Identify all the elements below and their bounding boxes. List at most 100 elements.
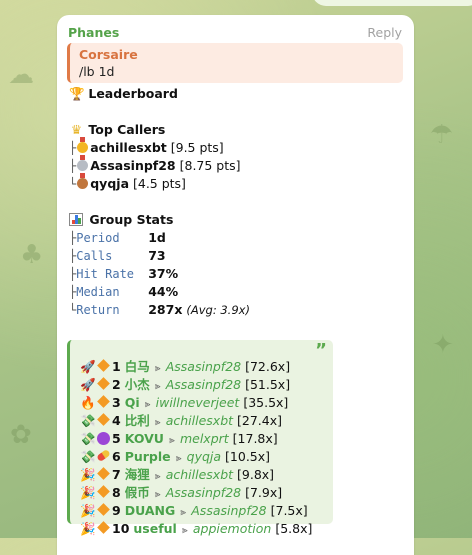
party-icon: 🎉 bbox=[80, 467, 96, 482]
ranking-row: 💸 6 Purple ⫸ qyqja [10.5x] bbox=[80, 448, 270, 468]
arrow-icon: ⫸ bbox=[141, 399, 154, 410]
orange-diamond-icon bbox=[97, 359, 110, 372]
rank-number: 6 bbox=[112, 449, 121, 464]
stat-extra: (Avg: 3.9x) bbox=[186, 303, 250, 317]
party-icon: 🎉 bbox=[80, 521, 96, 536]
multiplier: [9.8x] bbox=[237, 467, 275, 482]
party-icon: 🎉 bbox=[80, 503, 96, 518]
quote-author: Corsaire bbox=[79, 47, 138, 62]
orange-diamond-icon bbox=[97, 485, 110, 498]
rank-number: 8 bbox=[112, 485, 121, 500]
tree-connector: ├ bbox=[69, 249, 77, 263]
ranking-row: 💸 5 KOVU ⫸ melxprt [17.8x] bbox=[80, 430, 277, 450]
rank-number: 9 bbox=[112, 503, 121, 518]
background-doodle-icon: ☁ bbox=[8, 60, 34, 90]
tree-connector: ├ bbox=[69, 231, 77, 245]
stat-row: └Return 287x (Avg: 3.9x) bbox=[69, 301, 250, 319]
multiplier: [5.8x] bbox=[275, 521, 313, 536]
orange-diamond-icon bbox=[97, 521, 110, 534]
top-callers-title: Top Callers bbox=[88, 122, 166, 137]
trophy-icon: 🏆 bbox=[69, 86, 85, 101]
arrow-icon: ⫸ bbox=[151, 363, 164, 374]
rank-number: 5 bbox=[112, 431, 121, 446]
message-bubble[interactable]: Phanes Reply Corsaire /lb 1d 🏆 Leaderboa… bbox=[57, 15, 414, 555]
caller-link[interactable]: Assasinpf28 bbox=[191, 503, 266, 518]
tree-connector: ├ bbox=[69, 159, 77, 173]
rank-number: 2 bbox=[112, 377, 121, 392]
fire-icon: 🔥 bbox=[80, 395, 96, 410]
multiplier: [7.5x] bbox=[270, 503, 308, 518]
stat-key: Median bbox=[76, 285, 120, 299]
caller-link[interactable]: appiemotion bbox=[193, 521, 271, 536]
sender-name[interactable]: Phanes bbox=[68, 25, 119, 40]
caller-link[interactable]: achillesxbt bbox=[166, 413, 233, 428]
stat-key: Hit Rate bbox=[76, 267, 135, 281]
multiplier: [7.9x] bbox=[245, 485, 283, 500]
token-link[interactable]: Purple bbox=[125, 449, 171, 464]
leaderboard-heading: 🏆 Leaderboard bbox=[69, 85, 178, 103]
money-icon: 💸 bbox=[80, 449, 96, 464]
arrow-icon: ⫸ bbox=[178, 525, 191, 536]
caller-points: [9.5 pts] bbox=[170, 140, 224, 155]
caller-link[interactable]: melxprt bbox=[180, 431, 229, 446]
pill-icon bbox=[96, 448, 111, 463]
stat-row: ├Median 44% bbox=[69, 283, 178, 301]
token-link[interactable]: 小杰 bbox=[125, 377, 150, 392]
token-link[interactable]: DUANG bbox=[125, 503, 176, 518]
tree-connector: └ bbox=[69, 177, 77, 191]
orange-diamond-icon bbox=[97, 395, 110, 408]
caller-points: [4.5 pts] bbox=[132, 176, 186, 191]
multiplier: [10.5x] bbox=[225, 449, 271, 464]
reply-quote[interactable]: Corsaire /lb 1d bbox=[67, 43, 403, 83]
arrow-icon: ⫸ bbox=[151, 471, 164, 482]
orange-diamond-icon bbox=[97, 467, 110, 480]
caller-link[interactable]: Assasinpf28 bbox=[166, 359, 241, 374]
caller-link[interactable]: Assasinpf28 bbox=[166, 485, 241, 500]
token-link[interactable]: 海狸 bbox=[125, 467, 150, 482]
token-link[interactable]: 比利 bbox=[125, 413, 150, 428]
token-link[interactable]: useful bbox=[133, 521, 176, 536]
quote-text: /lb 1d bbox=[79, 64, 115, 79]
reply-button[interactable]: Reply bbox=[367, 25, 402, 40]
caller-link[interactable]: Assasinpf28 bbox=[166, 377, 241, 392]
caller-link[interactable]: iwillneverjeet bbox=[156, 395, 240, 410]
background-doodle-icon: ☂ bbox=[430, 120, 454, 150]
purple-circle-icon bbox=[97, 432, 110, 445]
group-stats-heading: Group Stats bbox=[69, 211, 173, 229]
stat-row: ├Calls 73 bbox=[69, 247, 166, 265]
ranking-row: 🚀 1 白马 ⫸ Assasinpf28 [72.6x] bbox=[80, 358, 290, 378]
leaderboard-title: Leaderboard bbox=[88, 86, 178, 101]
rank-number: 1 bbox=[112, 359, 121, 374]
rankings-blockquote[interactable]: ” 🚀 1 白马 ⫸ Assasinpf28 [72.6x] 🚀 2 小杰 ⫸ Assas… bbox=[67, 340, 333, 536]
token-link[interactable]: KOVU bbox=[125, 431, 164, 446]
stat-value: 73 bbox=[148, 248, 166, 263]
stat-key: Return bbox=[76, 303, 120, 317]
background-doodle-icon: ✦ bbox=[432, 330, 454, 360]
token-link[interactable]: 假币 bbox=[125, 485, 150, 500]
stat-row: ├Hit Rate 37% bbox=[69, 265, 178, 283]
ranking-row: 🎉 9 DUANG ⫸ Assasinpf28 [7.5x] bbox=[80, 502, 308, 522]
token-link[interactable]: 白马 bbox=[125, 359, 150, 374]
rank-number: 4 bbox=[112, 413, 121, 428]
ranking-row: 🎉 10 useful ⫸ appiemotion [5.8x] bbox=[80, 520, 312, 540]
stat-value: 1d bbox=[148, 230, 166, 245]
caller-points: [8.75 pts] bbox=[179, 158, 241, 173]
caller-row: └ qyqja [4.5 pts] bbox=[69, 173, 186, 193]
caller-name[interactable]: achillesxbt bbox=[90, 140, 167, 155]
gold-medal-icon bbox=[77, 137, 89, 153]
ranking-row: 🎉 8 假币 ⫸ Assasinpf28 [7.9x] bbox=[80, 484, 282, 504]
quote-mark-icon: ” bbox=[315, 340, 327, 361]
arrow-icon: ⫸ bbox=[177, 507, 190, 518]
stat-key: Calls bbox=[76, 249, 113, 263]
caller-name[interactable]: qyqja bbox=[90, 176, 129, 191]
multiplier: [35.5x] bbox=[243, 395, 289, 410]
arrow-icon: ⫸ bbox=[151, 381, 164, 392]
ranking-row: 🎉 7 海狸 ⫸ achillesxbt [9.8x] bbox=[80, 466, 274, 486]
tree-connector: ├ bbox=[69, 267, 77, 281]
caller-name[interactable]: Assasinpf28 bbox=[90, 158, 175, 173]
background-doodle-icon: ♣ bbox=[20, 240, 44, 270]
caller-link[interactable]: qyqja bbox=[187, 449, 221, 464]
rocket-icon: 🚀 bbox=[80, 377, 96, 392]
caller-link[interactable]: achillesxbt bbox=[166, 467, 233, 482]
token-link[interactable]: Qi bbox=[125, 395, 140, 410]
